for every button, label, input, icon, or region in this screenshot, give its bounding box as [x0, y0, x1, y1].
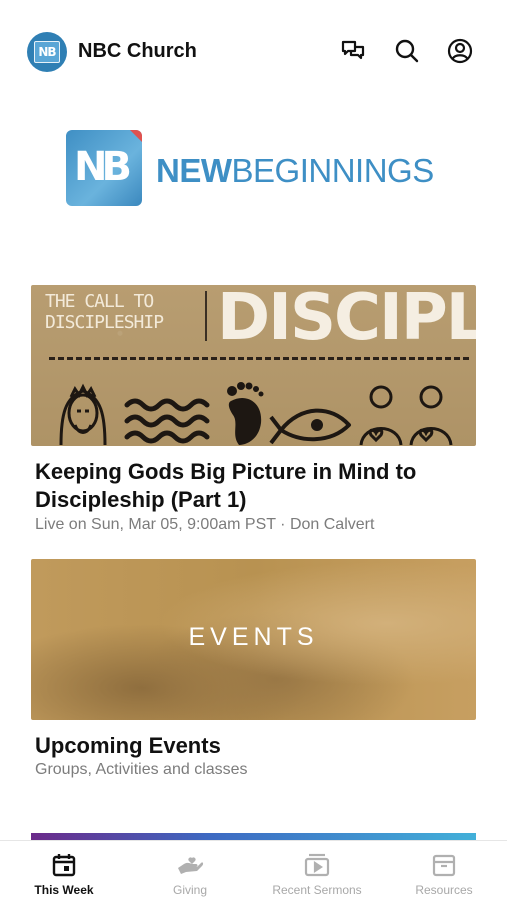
footprint-icon	[227, 382, 264, 445]
tab-giving[interactable]: Giving	[150, 841, 230, 900]
tab-label: This Week	[34, 883, 94, 897]
sermon-title-line: Keeping Gods Big Picture in Mind to	[35, 459, 417, 484]
tab-label: Resources	[415, 883, 473, 897]
events-artwork-label: EVENTS	[188, 623, 319, 651]
two-people-icon	[359, 385, 453, 446]
tab-resources[interactable]: Resources	[404, 841, 484, 900]
events-artwork[interactable]: EVENTS	[31, 559, 476, 720]
logo-word-bold: NEW	[156, 152, 232, 189]
calendar-icon	[50, 851, 78, 879]
church-avatar-mark: NB	[34, 41, 60, 63]
sermon-subtitle: Live on Sun, Mar 05, 9:00am PST · Don Ca…	[35, 516, 375, 533]
waves-icon	[124, 398, 210, 444]
video-play-icon	[303, 851, 331, 879]
tab-this-week[interactable]: This Week	[24, 841, 104, 900]
logo-wordmark: NEWBEGINNINGS	[156, 152, 434, 190]
tab-recent-sermons[interactable]: Recent Sermons	[262, 841, 372, 900]
sermon-title-line: Discipleship (Part 1)	[35, 487, 247, 512]
profile-icon[interactable]	[445, 36, 475, 66]
bottom-tab-bar: This Week Giving Recent Sermons Resource…	[0, 840, 507, 900]
logo-mark-text: NB	[74, 144, 132, 190]
chat-icon[interactable]	[338, 36, 368, 66]
archive-box-icon	[430, 851, 458, 879]
events-title[interactable]: Upcoming Events	[35, 732, 221, 760]
new-beginnings-logo: NB NEWBEGINNINGS	[64, 128, 444, 210]
app-title: NBC Church	[78, 40, 197, 62]
artwork-symbols	[59, 382, 453, 446]
tab-label: Giving	[172, 883, 207, 897]
sermon-title[interactable]: Keeping Gods Big Picture in Mind to Disc…	[35, 458, 416, 514]
sermon-artwork[interactable]: THE CALL TO DISCIPLESHIP DISCIPLE	[31, 285, 476, 446]
logo-word-light: BEGINNINGS	[231, 152, 435, 189]
app-header: NB NBC Church	[0, 0, 507, 100]
fish-icon	[269, 408, 351, 445]
search-icon[interactable]	[392, 36, 422, 66]
tab-label: Recent Sermons	[272, 883, 362, 897]
giving-hand-icon	[176, 851, 204, 879]
logo-mark: NB	[66, 130, 142, 206]
logo-corner-accent	[130, 130, 142, 142]
events-subtitle: Groups, Activities and classes	[35, 761, 248, 778]
jesus-face-icon	[59, 383, 107, 446]
church-avatar[interactable]: NB	[27, 32, 67, 72]
